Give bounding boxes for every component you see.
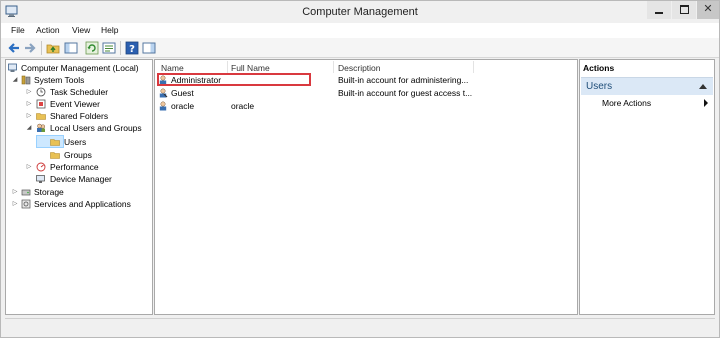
administrator-highlight-box: [157, 73, 311, 86]
column-separator[interactable]: [333, 61, 334, 73]
actions-section-label: Users: [586, 81, 613, 92]
actions-section-users[interactable]: Users: [581, 77, 713, 95]
back-icon[interactable]: [7, 41, 21, 55]
tree-label: Computer Management (Local): [21, 63, 139, 73]
tree-label: Services and Applications: [34, 199, 131, 209]
more-actions-link[interactable]: More Actions: [602, 98, 651, 108]
toolbar-separator: [41, 41, 42, 55]
column-separator[interactable]: [227, 61, 228, 73]
column-header-description[interactable]: Description: [338, 63, 381, 73]
performance-icon: [36, 162, 46, 172]
tree-label: System Tools: [34, 75, 85, 85]
local-users-groups-icon: [37, 123, 46, 132]
title-bar[interactable]: Computer Management ✕: [1, 1, 719, 23]
submenu-arrow-icon[interactable]: [704, 99, 708, 107]
column-separator[interactable]: [473, 61, 474, 73]
storage-icon: [21, 189, 31, 196]
tree-label: Local Users and Groups: [50, 123, 142, 133]
menu-bar: File Action View Help: [1, 23, 719, 38]
expand-icon[interactable]: ▷: [26, 110, 32, 122]
expand-icon[interactable]: ▷: [26, 161, 32, 173]
column-header-name[interactable]: Name: [161, 63, 184, 73]
status-bar: [5, 318, 715, 334]
tree-label: Task Scheduler: [50, 87, 109, 97]
shared-folder-icon: [36, 113, 46, 120]
menu-action[interactable]: Action: [36, 25, 60, 35]
collapse-caret-icon[interactable]: [699, 84, 707, 89]
maximize-button[interactable]: [672, 1, 696, 19]
tree-label: Storage: [34, 187, 64, 197]
close-button[interactable]: ✕: [697, 1, 719, 19]
export-list-icon[interactable]: [102, 41, 116, 55]
minimize-icon: [655, 12, 663, 14]
window-title: Computer Management: [302, 6, 418, 18]
collapse-icon[interactable]: ◢: [12, 74, 18, 86]
expand-icon[interactable]: ▷: [26, 98, 32, 110]
expand-icon[interactable]: ▷: [26, 86, 32, 98]
services-applications-icon: [21, 199, 31, 209]
tree-label: Groups: [64, 150, 92, 160]
expand-icon[interactable]: ▷: [12, 198, 18, 210]
user-name: Guest: [171, 88, 194, 98]
tree-label: Users: [64, 137, 87, 147]
table-row[interactable]: oracle oracle: [155, 100, 575, 112]
show-hide-tree-icon[interactable]: [64, 41, 78, 55]
maximize-icon: [680, 5, 689, 14]
user-full-name: oracle: [231, 101, 255, 111]
up-folder-icon[interactable]: [46, 41, 60, 55]
system-tools-icon: [21, 75, 31, 85]
collapse-icon[interactable]: ◢: [26, 122, 32, 134]
help-icon[interactable]: ?: [125, 41, 139, 55]
menu-file[interactable]: File: [11, 25, 25, 35]
folder-icon: [50, 152, 60, 159]
device-manager-icon: [36, 175, 45, 183]
close-icon: ✕: [703, 3, 713, 15]
expand-icon[interactable]: ▷: [12, 186, 18, 198]
user-name: oracle: [171, 101, 195, 111]
table-row[interactable]: Guest Built-in account for guest access …: [155, 87, 575, 99]
task-scheduler-icon: [36, 87, 46, 97]
tree-label: Device Manager: [50, 174, 112, 184]
user-icon: [159, 101, 167, 111]
minimize-button[interactable]: [647, 1, 671, 19]
users-list[interactable]: Name Full Name Description Administrator…: [154, 59, 578, 315]
svg-text:?: ?: [129, 44, 135, 55]
computer-management-window: Computer Management ✕ File Action View H…: [0, 0, 720, 338]
user-description: Built-in account for administering...: [338, 75, 469, 85]
toolbar-separator: [120, 41, 121, 55]
refresh-icon[interactable]: [85, 41, 99, 55]
computer-management-icon: [8, 63, 17, 72]
toolbar: ?: [1, 38, 719, 58]
forward-icon[interactable]: [23, 41, 37, 55]
column-header-full-name[interactable]: Full Name: [231, 63, 270, 73]
console-tree[interactable]: Computer Management (Local) ◢ System Too…: [5, 59, 153, 315]
user-description: Built-in account for guest access t...: [338, 88, 473, 98]
tree-label: Shared Folders: [50, 111, 109, 121]
user-icon: [159, 88, 168, 98]
folder-icon: [50, 139, 60, 146]
tree-label: Event Viewer: [50, 99, 100, 109]
actions-pane: Actions Users More Actions: [579, 59, 715, 315]
menu-help[interactable]: Help: [101, 25, 118, 35]
show-hide-action-pane-icon[interactable]: [142, 41, 156, 55]
event-viewer-icon: [36, 99, 46, 109]
tree-label: Performance: [50, 162, 99, 172]
actions-title: Actions: [583, 63, 615, 73]
menu-view[interactable]: View: [72, 25, 90, 35]
